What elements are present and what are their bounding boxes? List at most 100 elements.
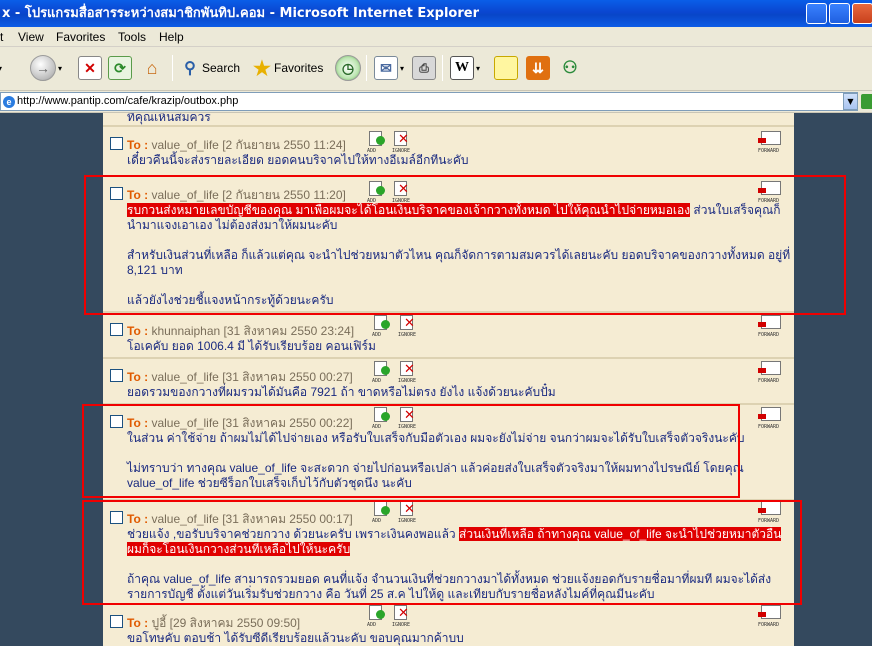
go-button[interactable] — [861, 94, 872, 109]
message-text: ยอดรวมของกวางที่ผมรวมได้มันคือ 7921 ถ้า … — [127, 385, 556, 399]
toolbar-separator — [442, 55, 443, 81]
forward-icon-label: FORWARD — [758, 378, 780, 384]
message-date: [31 สิงหาคม 2550 00:27] — [222, 370, 353, 384]
forward-icon-label: FORWARD — [758, 424, 780, 430]
menu-item-edit[interactable]: t — [0, 30, 3, 44]
toolbar: ▾ → ▾ ✕ ⟳ ⌂ ⚲ Search ★ Favorites ◷ ✉ ▾ ⎙ W… — [0, 47, 872, 91]
message-checkbox[interactable] — [110, 369, 123, 382]
message-date: [29 สิงหาคม 2550 09:50] — [169, 616, 301, 630]
menu-bar: t View Favorites Tools Help — [0, 27, 872, 47]
message-text: ที่คุณเห็นสมควร — [127, 113, 211, 124]
history-button[interactable]: ◷ — [335, 53, 361, 83]
address-dropdown-icon[interactable]: ▼ — [843, 93, 858, 110]
menu-item-tools[interactable]: Tools — [118, 30, 146, 44]
refresh-icon: ⟳ — [108, 56, 132, 80]
edit-button[interactable]: W ▾ — [450, 53, 480, 83]
favorites-star-icon: ★ — [253, 57, 271, 80]
ignore-icon-label: IGNORE — [398, 332, 417, 338]
refresh-button[interactable]: ⟳ — [108, 53, 132, 83]
message-text: โอเคคับ ยอด 1006.4 มี ได้รับเรียบร้อย คอ… — [127, 339, 376, 353]
add-contact-icon[interactable]: ADD — [372, 361, 394, 384]
ignore-icon[interactable]: ✕ IGNORE — [392, 131, 414, 154]
note-button[interactable] — [494, 53, 518, 83]
to-label: To : — [127, 324, 149, 338]
menu-item-help[interactable]: Help — [159, 30, 184, 44]
forward-dropdown-icon[interactable]: ▾ — [58, 64, 62, 73]
message-checkbox[interactable] — [110, 323, 123, 336]
message-item: To : value_of_life [2 กันยายน 2550 11:24… — [103, 127, 794, 177]
search-button[interactable]: ⚲ Search — [178, 53, 240, 83]
message-checkbox[interactable] — [110, 615, 123, 628]
message-date: [2 กันยายน 2550 11:24] — [222, 138, 346, 152]
stop-button[interactable]: ✕ — [78, 53, 102, 83]
window-title-bar: x - โปรแกรมสื่อสารระหว่างสมาชิกพันทิป.คอ… — [0, 0, 872, 27]
forward-icon[interactable]: FORWARD — [758, 315, 788, 338]
message-text: เดี๋ยวคืนนี้จะส่งรายละเอียด ยอดคนบริจาคไ… — [127, 153, 469, 167]
home-button[interactable]: ⌂ — [140, 53, 164, 83]
messenger-button[interactable]: ⚇ — [558, 53, 582, 83]
address-input[interactable]: e http://www.pantip.com/cafe/krazip/outb… — [0, 92, 858, 111]
annotation-box — [82, 500, 802, 605]
history-icon: ◷ — [335, 55, 361, 81]
menu-item-favorites[interactable]: Favorites — [56, 30, 105, 44]
add-contact-icon[interactable]: ADD — [372, 315, 394, 338]
add-icon-label: ADD — [367, 622, 377, 628]
window-title: x - โปรแกรมสื่อสารระหว่างสมาชิกพันทิป.คอ… — [2, 6, 479, 21]
menu-item-view[interactable]: View — [18, 30, 44, 44]
to-label: To : — [127, 370, 149, 384]
add-icon-label: ADD — [372, 378, 382, 384]
message-item: To : ปูอี้ [29 สิงหาคม 2550 09:50] ADD ✕… — [103, 605, 794, 646]
message-checkbox[interactable] — [110, 137, 123, 150]
ignore-icon-label: IGNORE — [392, 622, 411, 628]
search-icon: ⚲ — [184, 60, 196, 77]
toolbar-separator — [366, 55, 367, 81]
ignore-icon[interactable]: ✕ IGNORE — [398, 315, 420, 338]
recipient-name: value_of_life — [151, 138, 219, 152]
toolbar-separator — [172, 55, 173, 81]
forward-icon-label: FORWARD — [758, 332, 780, 338]
to-label: To : — [127, 138, 149, 152]
print-icon: ⎙ — [412, 56, 436, 80]
forward-icon[interactable]: FORWARD — [758, 131, 788, 154]
recipient-name: ปูอี้ — [151, 616, 167, 630]
messenger-icon: ⚇ — [562, 58, 578, 77]
ignore-icon[interactable]: ✕ IGNORE — [398, 361, 420, 384]
favorites-label: Favorites — [274, 61, 324, 75]
add-contact-icon[interactable]: ADD — [367, 605, 389, 628]
message-item: ที่คุณเห็นสมควร — [103, 113, 794, 127]
word-icon: W — [450, 56, 474, 80]
mail-button[interactable]: ✉ ▾ — [374, 53, 404, 83]
print-button[interactable]: ⎙ — [412, 53, 436, 83]
back-button[interactable]: ▾ — [0, 53, 2, 83]
mail-dropdown-icon[interactable]: ▾ — [400, 64, 404, 73]
download-button[interactable]: ⇊ — [526, 53, 550, 83]
message-text: ขอโทษคับ ตอบช้า ได้รับซีดีเรียบร้อยแล้วน… — [127, 631, 464, 645]
add-contact-icon[interactable]: ADD — [367, 131, 389, 154]
download-icon: ⇊ — [526, 56, 550, 80]
message-item: To : value_of_life [31 สิงหาคม 2550 00:2… — [103, 359, 794, 405]
maximize-button[interactable] — [829, 3, 850, 24]
add-icon-label: ADD — [372, 332, 382, 338]
to-label: To : — [127, 616, 149, 630]
ignore-icon[interactable]: ✕ IGNORE — [392, 605, 414, 628]
forward-icon[interactable]: FORWARD — [758, 605, 788, 628]
annotation-box — [84, 175, 846, 315]
mail-icon: ✉ — [374, 56, 398, 80]
close-button[interactable] — [852, 3, 872, 24]
minimize-button[interactable] — [806, 3, 827, 24]
forward-icon[interactable]: FORWARD — [758, 407, 788, 430]
edit-dropdown-icon[interactable]: ▾ — [476, 64, 480, 73]
message-body: ขอโทษคับ ตอบช้า ได้รับซีดีเรียบร้อยแล้วน… — [127, 631, 792, 646]
forward-icon[interactable]: FORWARD — [758, 361, 788, 384]
note-icon — [494, 56, 518, 80]
annotation-box — [82, 404, 740, 498]
forward-arrow-icon: → — [30, 55, 56, 81]
ie-page-icon: e — [3, 96, 15, 108]
forward-button[interactable]: → ▾ — [30, 53, 62, 83]
address-bar: e http://www.pantip.com/cafe/krazip/outb… — [0, 91, 872, 113]
recipient-name: khunnaiphan — [151, 324, 221, 338]
favorites-button[interactable]: ★ Favorites — [250, 53, 323, 83]
back-dropdown-icon[interactable]: ▾ — [0, 64, 2, 73]
recipient-name: value_of_life — [151, 370, 219, 384]
home-icon: ⌂ — [146, 57, 158, 78]
